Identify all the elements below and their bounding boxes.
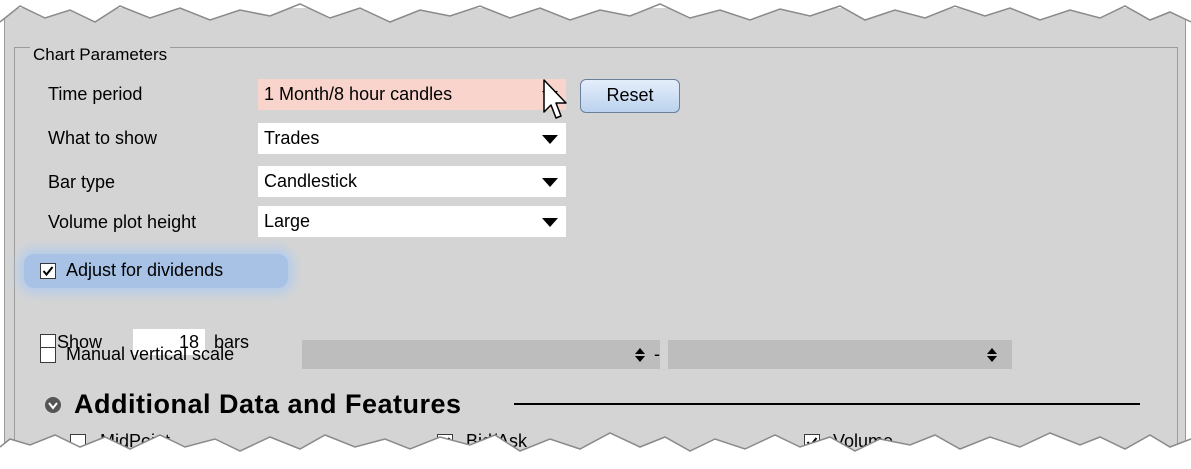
torn-edge-top (0, 0, 1191, 23)
torn-edge-bottom (0, 432, 1191, 469)
scale-max-spinner[interactable] (668, 340, 1012, 369)
what-to-show-dropdown[interactable]: Trades (258, 123, 566, 154)
reset-button[interactable]: Reset (580, 79, 680, 113)
bar-type-value: Candlestick (264, 171, 358, 191)
dropdown-arrow-icon[interactable] (538, 214, 562, 230)
section-divider (514, 403, 1140, 405)
time-period-label: Time period (48, 84, 143, 104)
spinner-arrows-icon[interactable] (634, 346, 646, 364)
what-to-show-label: What to show (48, 128, 158, 148)
volume-plot-height-dropdown[interactable]: Large (258, 206, 566, 237)
additional-section-title: Additional Data and Features (74, 389, 462, 419)
what-to-show-value: Trades (264, 128, 320, 148)
adjust-dividends-checkbox[interactable] (40, 263, 56, 279)
manual-vertical-scale-label[interactable]: Manual vertical scale (66, 342, 234, 366)
bar-type-label: Bar type (48, 172, 116, 192)
checkmark-icon (42, 266, 54, 277)
bar-type-dropdown[interactable]: Candlestick (258, 166, 566, 197)
mouse-cursor-icon (543, 79, 567, 119)
time-period-value: 1 Month/8 hour candles (264, 84, 453, 104)
dropdown-arrow-icon[interactable] (538, 131, 562, 147)
scale-min-spinner[interactable] (302, 340, 660, 369)
volume-plot-height-value: Large (264, 211, 311, 231)
volume-plot-height-label: Volume plot height (48, 212, 197, 232)
time-period-dropdown[interactable]: 1 Month/8 hour candles (258, 79, 566, 110)
collapse-circle-icon[interactable] (44, 396, 62, 414)
manual-vertical-scale-checkbox[interactable] (40, 347, 56, 363)
adjust-dividends-label[interactable]: Adjust for dividends (66, 258, 223, 282)
chart-parameters-legend: Chart Parameters (30, 44, 171, 66)
scale-separator: - (654, 344, 660, 364)
spinner-arrows-icon[interactable] (986, 346, 998, 364)
dropdown-arrow-icon[interactable] (538, 174, 562, 190)
